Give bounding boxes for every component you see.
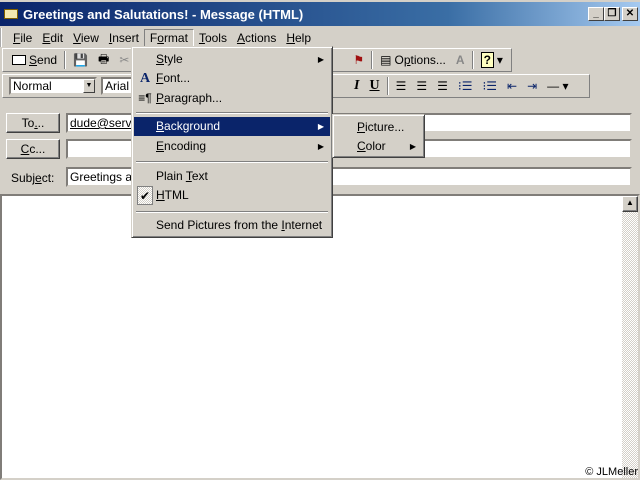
- align-right-icon[interactable]: ☰: [434, 78, 451, 94]
- paragraph-icon: ≡¶: [138, 91, 152, 105]
- menu-item-background[interactable]: Background ▶: [134, 117, 330, 136]
- chevron-right-icon: ▶: [409, 142, 416, 151]
- print-button[interactable]: 🖶: [95, 49, 112, 72]
- separator: [471, 51, 474, 69]
- align-center-icon[interactable]: ☰: [413, 78, 430, 94]
- menu-item-html[interactable]: ✔ HTML: [134, 186, 330, 205]
- font-icon: A: [139, 71, 151, 86]
- font-color-icon[interactable]: A: [453, 52, 468, 68]
- window-title: Greetings and Salutations! - Message (HT…: [23, 6, 304, 22]
- menu-item-font[interactable]: A Font...: [134, 69, 330, 88]
- options-icon: ▤: [380, 53, 392, 67]
- cut-button[interactable]: ✂: [116, 52, 132, 68]
- minimize-button[interactable]: _: [588, 7, 604, 21]
- menu-help[interactable]: Help: [281, 30, 316, 46]
- font-value: Arial: [105, 79, 130, 93]
- separator: [136, 112, 328, 114]
- label: Style: [156, 52, 183, 66]
- chevron-down-icon: ▼: [83, 79, 95, 93]
- numbering-icon[interactable]: ⁝☰: [479, 78, 500, 94]
- horizontal-line-icon[interactable]: — ▾: [544, 78, 571, 94]
- italic-button[interactable]: I: [351, 77, 362, 95]
- menu-item-encoding[interactable]: Encoding ▶: [134, 137, 330, 156]
- decrease-indent-icon[interactable]: ⇤: [504, 78, 520, 94]
- separator: [136, 161, 328, 163]
- label: Picture...: [357, 120, 405, 134]
- send-icon: [12, 55, 26, 65]
- subject-label: Subject:: [11, 171, 55, 185]
- label: HTML: [156, 188, 189, 202]
- background-submenu: Picture... Color ▶: [332, 114, 425, 158]
- separator: [64, 51, 67, 69]
- to-button[interactable]: To...: [6, 113, 60, 133]
- chevron-right-icon: ▶: [317, 55, 324, 64]
- options-button[interactable]: ▤ Options...: [377, 52, 449, 68]
- scroll-up-button[interactable]: ▲: [622, 196, 638, 212]
- menu-item-send-pictures[interactable]: Send Pictures from the Internet: [134, 216, 330, 235]
- flag-button[interactable]: ⚑: [350, 52, 367, 68]
- style-select[interactable]: Normal ▼: [9, 77, 97, 95]
- label: Send Pictures from the Internet: [156, 218, 323, 232]
- menu-format[interactable]: Format: [143, 28, 194, 47]
- label: Color: [357, 139, 386, 153]
- restore-button[interactable]: ❐: [604, 7, 620, 21]
- menu-item-plain-text[interactable]: Plain Text: [134, 167, 330, 186]
- send-label: Send: [29, 53, 58, 67]
- menu-edit[interactable]: Edit: [37, 30, 68, 46]
- help-icon: ?: [480, 52, 494, 68]
- menu-item-picture[interactable]: Picture...: [335, 118, 422, 137]
- vertical-scrollbar[interactable]: ▲: [622, 196, 638, 478]
- copyright: © JLMeller: [585, 466, 638, 478]
- close-button[interactable]: ✕: [622, 7, 638, 21]
- label: Font...: [156, 71, 191, 85]
- label: Paragraph...: [156, 91, 223, 105]
- menu-item-paragraph[interactable]: ≡¶ Paragraph...: [134, 89, 330, 108]
- label: Background: [156, 119, 221, 133]
- separator: [386, 77, 389, 95]
- help-button[interactable]: ? ▾: [478, 51, 506, 69]
- style-value: Normal: [13, 79, 52, 93]
- menu-tools[interactable]: Tools: [194, 30, 232, 46]
- separator: [371, 51, 374, 69]
- menu-bar: File Edit View Insert Format Tools Actio…: [0, 28, 640, 47]
- format-menu: Style ▶ A Font... ≡¶ Paragraph... Backgroun…: [131, 46, 333, 238]
- menu-insert[interactable]: Insert: [104, 30, 144, 46]
- chevron-right-icon: ▶: [317, 142, 324, 151]
- options-label: Options...: [394, 53, 446, 67]
- title-bar: Greetings and Salutations! - Message (HT…: [0, 2, 640, 26]
- separator: [136, 211, 328, 213]
- label: Encoding: [156, 139, 207, 153]
- chevron-right-icon: ▶: [317, 122, 324, 131]
- menu-actions[interactable]: Actions: [232, 30, 281, 46]
- send-button[interactable]: Send: [9, 52, 60, 68]
- cc-button[interactable]: Cc...: [6, 139, 60, 159]
- menu-item-style[interactable]: Style ▶: [134, 50, 330, 69]
- checkmark-icon: ✔: [137, 186, 153, 205]
- underline-button[interactable]: U: [366, 77, 382, 95]
- label: Plain Text: [156, 169, 208, 183]
- save-button[interactable]: 💾: [70, 52, 91, 68]
- menu-item-color[interactable]: Color ▶: [335, 137, 422, 156]
- menu-view[interactable]: View: [68, 30, 104, 46]
- message-icon: [4, 9, 18, 19]
- increase-indent-icon[interactable]: ⇥: [524, 78, 540, 94]
- menu-file[interactable]: File: [8, 30, 37, 46]
- bullets-icon[interactable]: ⁝☰: [455, 78, 476, 94]
- align-left-icon[interactable]: ☰: [393, 78, 410, 94]
